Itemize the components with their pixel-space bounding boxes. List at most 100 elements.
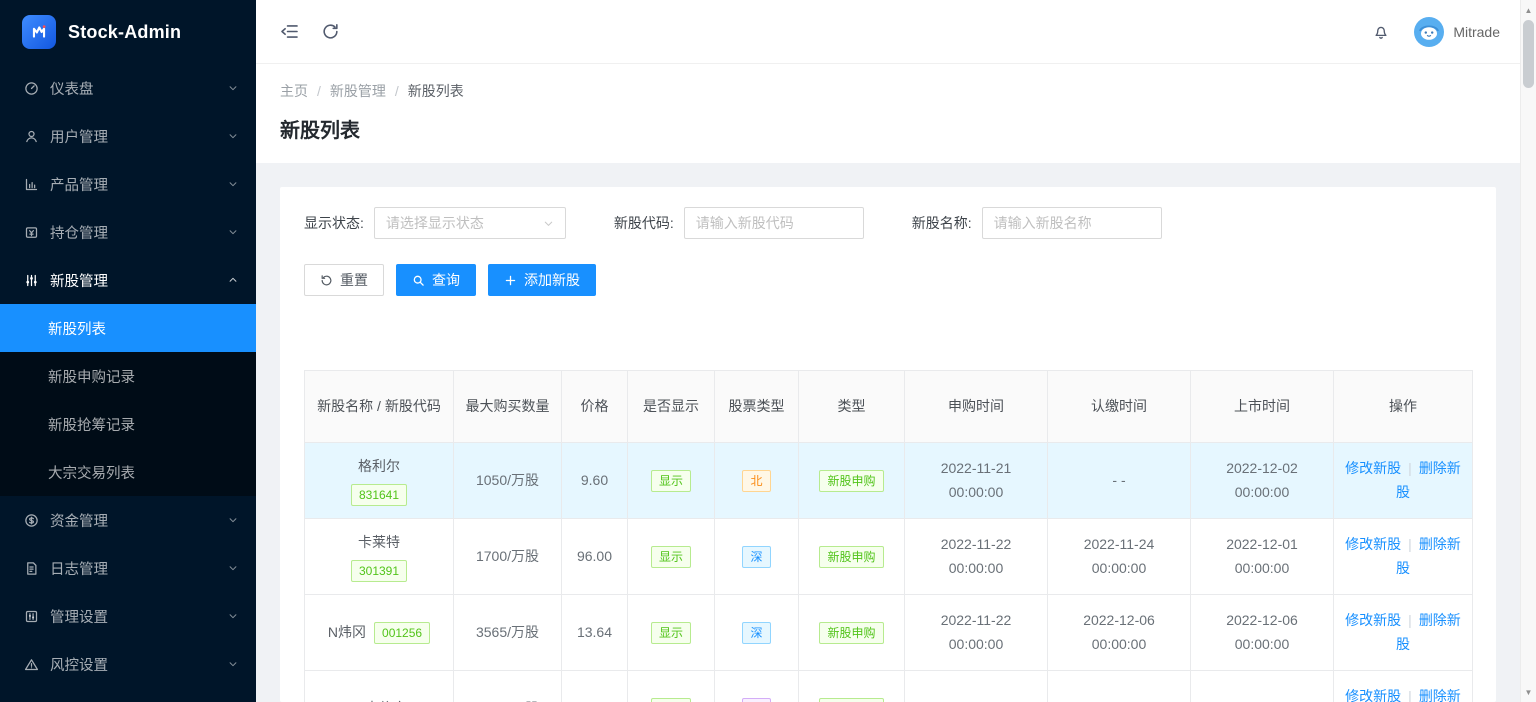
document-icon — [24, 561, 39, 576]
submenu-item-label: 新股列表 — [48, 318, 106, 339]
sidebar-item-label: 资金管理 — [50, 510, 228, 531]
sidebar-item-log-management[interactable]: 日志管理 — [0, 544, 256, 592]
dollar-circle-icon — [24, 513, 39, 528]
submenu-item-label: 新股抢筹记录 — [48, 414, 135, 435]
content-card: 显示状态: 请选择显示状态 新股代码: 新股名称: — [280, 187, 1496, 702]
stock-code-tag: 831641 — [351, 484, 407, 506]
sidebar-item-ipo-list[interactable]: 新股列表 — [0, 304, 256, 352]
chevron-down-icon — [228, 659, 238, 669]
delete-stock-link[interactable]: 删除新股 — [1396, 612, 1461, 651]
app-logo[interactable]: Stock-Admin — [0, 0, 256, 64]
visible-badge: 显示 — [651, 698, 691, 702]
sidebar-item-label: 产品管理 — [50, 174, 228, 195]
sidebar-item-admin-settings[interactable]: 管理设置 — [0, 592, 256, 640]
col-header-apply-time: 申购时间 — [905, 371, 1048, 443]
delete-stock-link[interactable]: 删除新股 — [1396, 688, 1461, 702]
link-separator: | — [1408, 536, 1412, 552]
stock-name: 格利尔 — [358, 455, 400, 478]
scrollbar-thumb[interactable] — [1523, 20, 1534, 88]
stock-name-input[interactable] — [982, 207, 1162, 239]
sidebar-item-label: 管理设置 — [50, 606, 228, 627]
page-header: 主页 / 新股管理 / 新股列表 新股列表 — [256, 64, 1536, 163]
max-buy-cell: 1700/万股 — [454, 519, 562, 595]
chevron-down-icon — [228, 611, 238, 621]
sidebar-item-label: 日志管理 — [50, 558, 228, 579]
sidebar-item-position-management[interactable]: 持仓管理 — [0, 208, 256, 256]
col-header-type: 类型 — [799, 371, 905, 443]
chevron-down-icon — [228, 83, 238, 93]
sidebar-item-dashboard[interactable]: 仪表盘 — [0, 64, 256, 112]
stock-name: N炜冈 — [328, 621, 366, 644]
apply-time-cell: 2022-11-23 — [915, 697, 1037, 702]
user-menu[interactable]: Mitrade — [1414, 17, 1500, 47]
type-badge: 新股申购 — [819, 546, 883, 568]
table-header-row: 新股名称 / 新股代码 最大购买数量 价格 是否显示 股票类型 类型 申购时间 … — [305, 371, 1473, 443]
stock-code-input[interactable] — [684, 207, 864, 239]
chevron-down-icon — [543, 218, 554, 229]
search-icon — [412, 274, 425, 287]
col-header-pay-time: 认缴时间 — [1048, 371, 1191, 443]
stock-type-badge: 深 — [742, 546, 770, 568]
breadcrumb-ipo-management[interactable]: 新股管理 — [330, 81, 386, 101]
visible-badge: 显示 — [651, 546, 691, 568]
edit-stock-link[interactable]: 修改新股 — [1345, 612, 1401, 628]
notification-bell-icon[interactable] — [1372, 23, 1390, 41]
sidebar-item-block-trade-list[interactable]: 大宗交易列表 — [0, 448, 256, 496]
sidebar-menu: 仪表盘 用户管理 产品管理 持仓管 — [0, 64, 256, 688]
edit-stock-link[interactable]: 修改新股 — [1345, 460, 1401, 476]
col-header-name-code: 新股名称 / 新股代码 — [305, 371, 454, 443]
main-area: Mitrade 主页 / 新股管理 / 新股列表 新股列表 显示状态: — [256, 0, 1536, 702]
sliders-icon — [24, 273, 39, 288]
page-title: 新股列表 — [280, 114, 1512, 143]
sidebar-submenu-ipo: 新股列表 新股申购记录 新股抢筹记录 大宗交易列表 — [0, 304, 256, 496]
search-button[interactable]: 查询 — [396, 264, 476, 296]
delete-stock-link[interactable]: 删除新股 — [1396, 460, 1461, 499]
reset-button[interactable]: 重置 — [304, 264, 384, 296]
pay-time-cell: 2022-12-0600:00:00 — [1058, 609, 1180, 655]
col-header-stock-type: 股票类型 — [715, 371, 799, 443]
dashboard-icon — [24, 81, 39, 96]
chevron-down-icon — [228, 227, 238, 237]
apply-time-cell: 2022-11-2100:00:00 — [915, 457, 1037, 503]
search-button-label: 查询 — [432, 270, 460, 290]
price-cell: 96.00 — [562, 519, 628, 595]
sidebar-item-risk-settings[interactable]: 风控设置 — [0, 640, 256, 688]
table-row: 三未信安 1914/万股 78.90 显示 沪 新股申购 2022-11-23 … — [305, 671, 1473, 702]
scrollbar-up-icon[interactable]: ▲ — [1521, 2, 1536, 18]
menu-fold-icon[interactable] — [280, 22, 299, 41]
max-buy-cell: 3565/万股 — [454, 595, 562, 671]
visible-badge: 显示 — [651, 470, 691, 492]
reload-icon[interactable] — [321, 22, 340, 41]
submenu-item-label: 大宗交易列表 — [48, 462, 135, 483]
visible-badge: 显示 — [651, 622, 691, 644]
edit-stock-link[interactable]: 修改新股 — [1345, 688, 1401, 702]
stock-name-code-cell: 卡莱特 301391 — [315, 531, 443, 581]
stock-code-tag: 001256 — [374, 622, 430, 644]
breadcrumb-home[interactable]: 主页 — [280, 81, 308, 101]
breadcrumb-separator: / — [317, 83, 321, 99]
display-status-select[interactable]: 请选择显示状态 — [374, 207, 566, 239]
add-stock-button[interactable]: 添加新股 — [488, 264, 596, 296]
sidebar-item-funds-management[interactable]: 资金管理 — [0, 496, 256, 544]
sidebar-item-user-management[interactable]: 用户管理 — [0, 112, 256, 160]
position-box-icon — [24, 225, 39, 240]
settings-icon — [24, 609, 39, 624]
edit-stock-link[interactable]: 修改新股 — [1345, 536, 1401, 552]
sidebar-item-ipo-rush-records[interactable]: 新股抢筹记录 — [0, 400, 256, 448]
list-time-cell: 2022-12-02 — [1201, 697, 1323, 702]
delete-stock-link[interactable]: 删除新股 — [1396, 536, 1461, 575]
scrollbar-down-icon[interactable]: ▼ — [1521, 684, 1536, 700]
sidebar-item-label: 风控设置 — [50, 654, 228, 675]
apply-time-cell: 2022-11-2200:00:00 — [915, 533, 1037, 579]
submenu-item-label: 新股申购记录 — [48, 366, 135, 387]
app-title: Stock-Admin — [68, 22, 181, 43]
sidebar-item-ipo-subscription-records[interactable]: 新股申购记录 — [0, 352, 256, 400]
chevron-down-icon — [228, 179, 238, 189]
sidebar-item-ipo-management[interactable]: 新股管理 — [0, 256, 256, 304]
max-buy-cell: 1050/万股 — [454, 443, 562, 519]
sidebar-item-product-management[interactable]: 产品管理 — [0, 160, 256, 208]
pay-time-cell: 2022-11-2400:00:00 — [1058, 533, 1180, 579]
user-name: Mitrade — [1453, 24, 1500, 40]
stock-code-tag: 301391 — [351, 560, 407, 582]
table-row: 格利尔 831641 1050/万股 9.60 显示 北 新股申购 2022-1… — [305, 443, 1473, 519]
